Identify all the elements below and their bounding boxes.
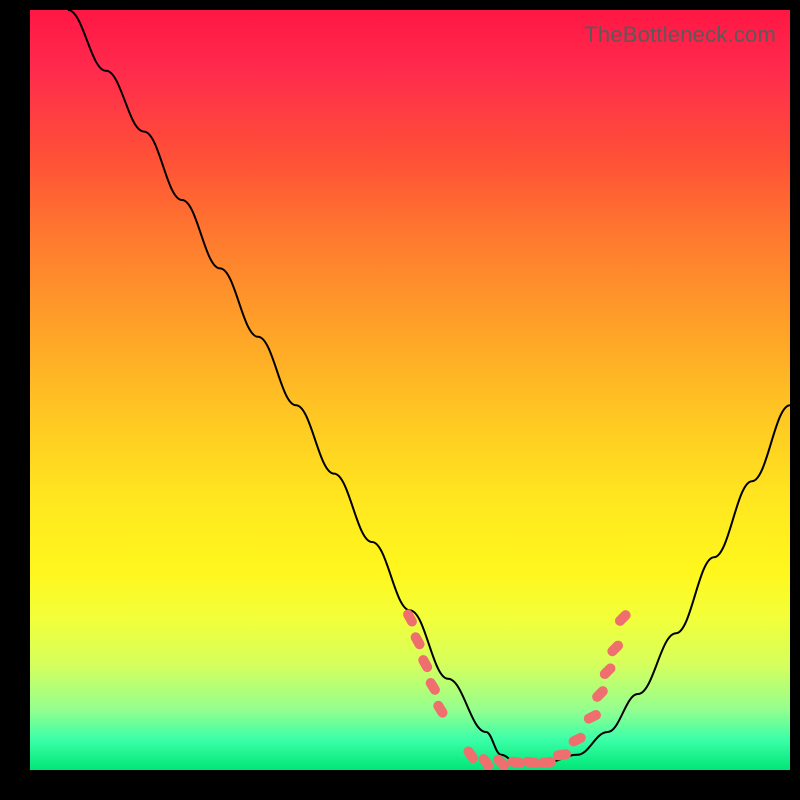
curve-marker [537,756,556,768]
curve-marker [416,653,433,674]
chart-plot-area: TheBottleneck.com [30,10,790,770]
curve-marker [613,608,633,628]
curve-marker [590,684,610,704]
curve-marker [582,708,603,725]
marker-group [401,608,632,770]
curve-marker [424,676,442,697]
curve-marker [552,749,571,761]
bottleneck-curve-line [68,10,790,762]
curve-marker [567,731,588,748]
bottleneck-curve-svg [30,10,790,770]
curve-marker [598,661,618,681]
curve-marker [409,631,426,652]
curve-marker [605,639,625,659]
curve-marker [462,745,481,765]
curve-marker [431,699,449,720]
curve-marker [401,608,418,629]
curve-marker [477,752,496,770]
